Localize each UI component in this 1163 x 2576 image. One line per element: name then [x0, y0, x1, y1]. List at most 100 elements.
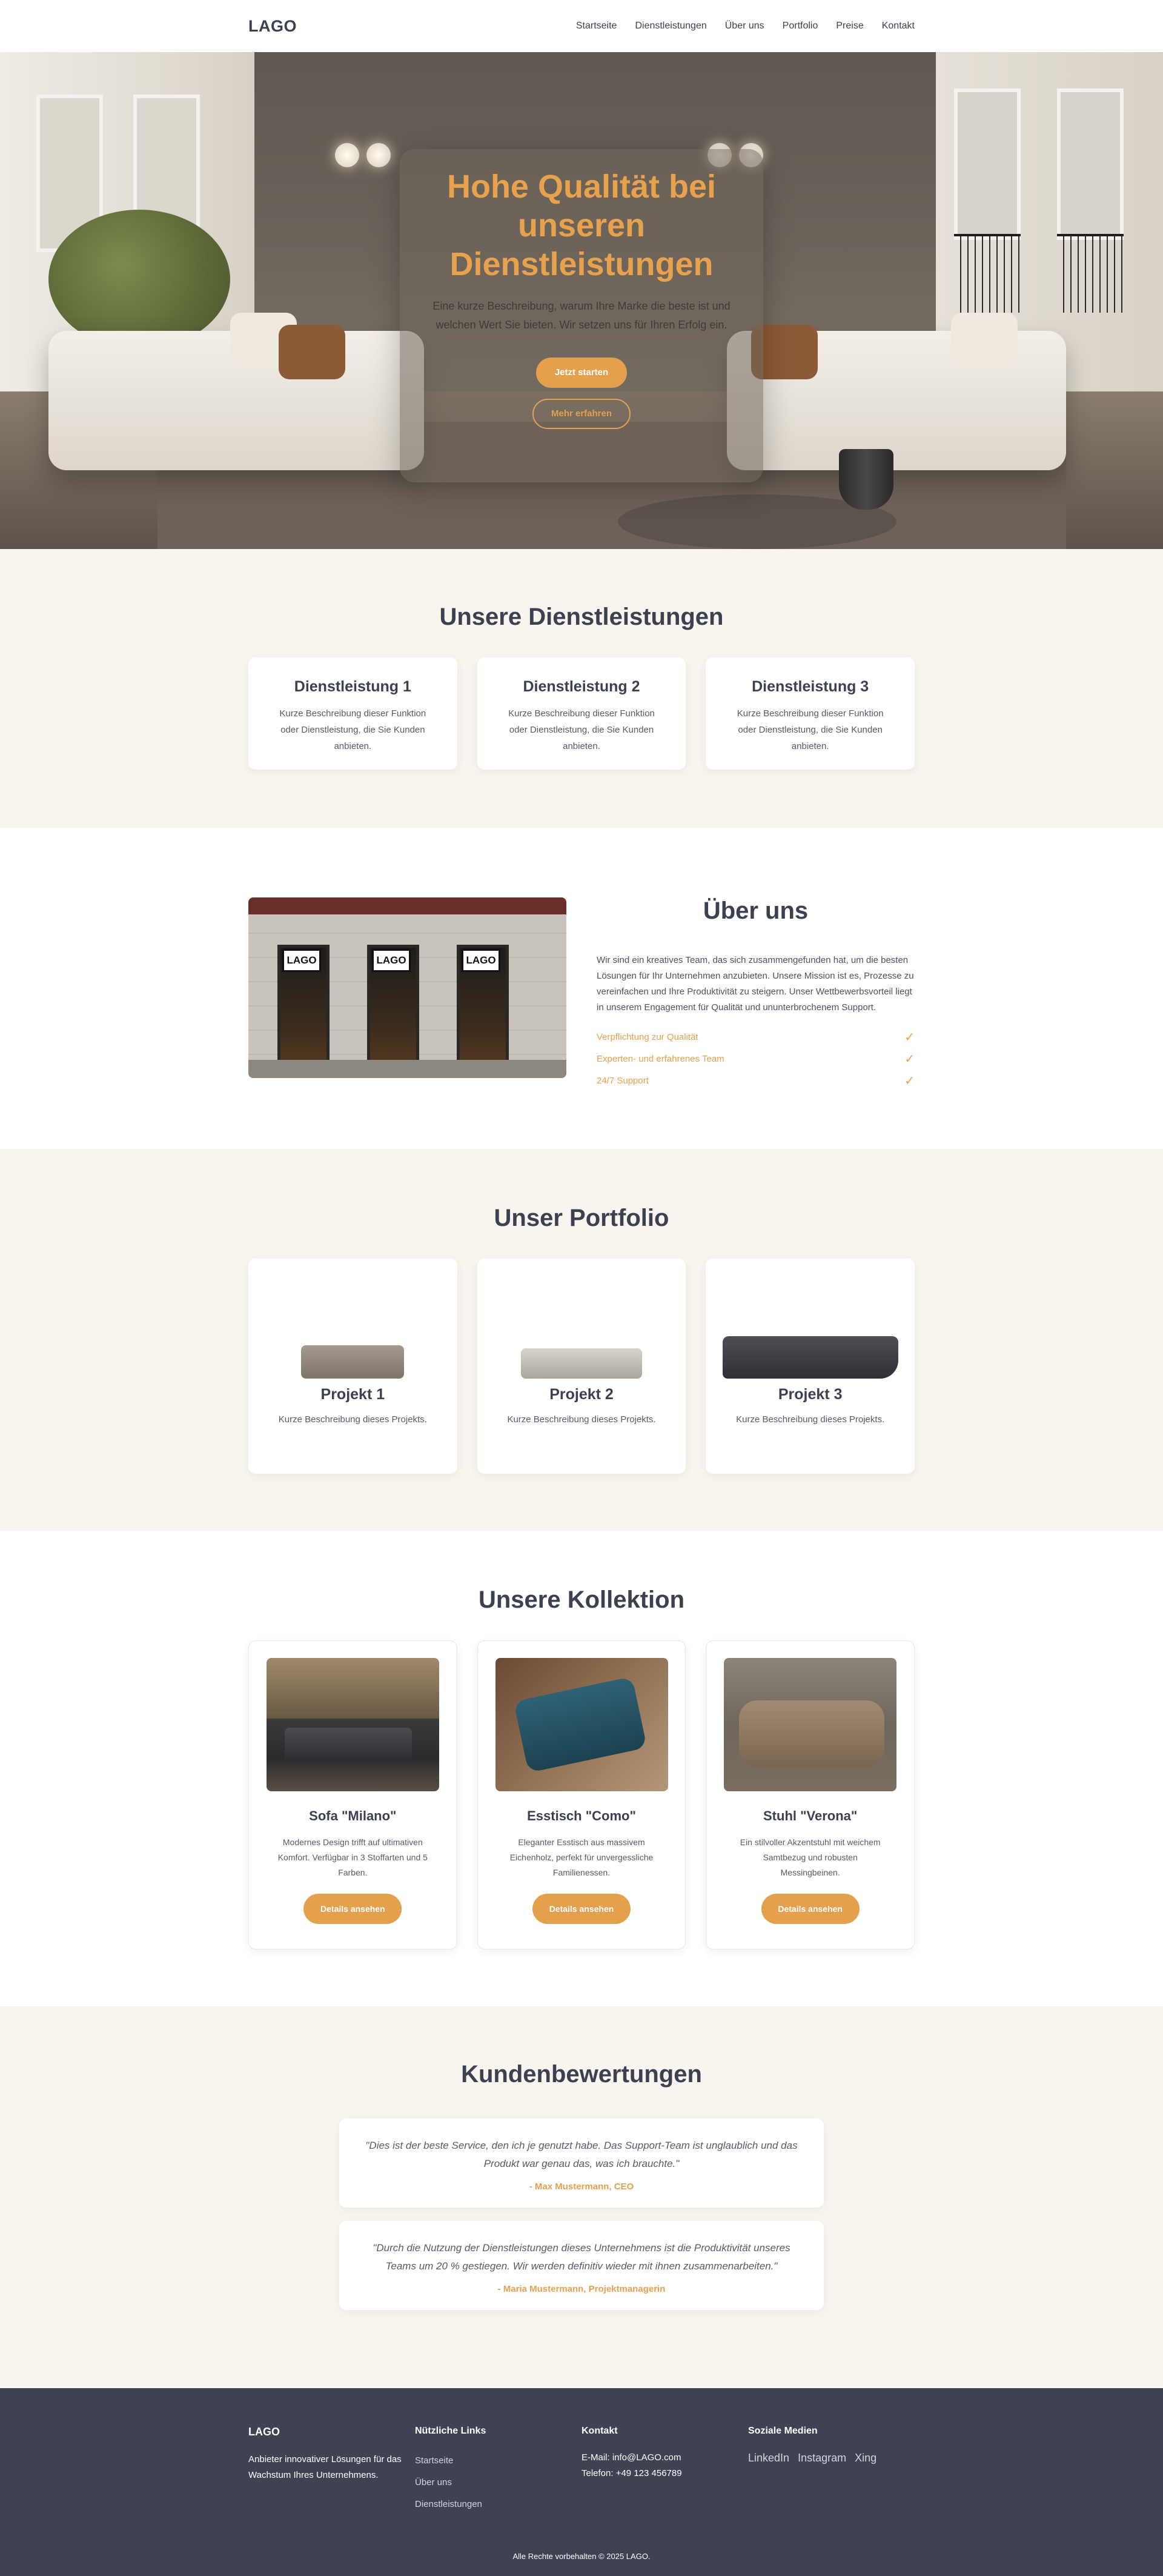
portfolio-card[interactable]: Projekt 3 Kurze Beschreibung dieses Proj… [706, 1259, 915, 1474]
hero-plant [48, 210, 230, 349]
nav-link-startseite[interactable]: Startseite [576, 21, 617, 32]
about-storefront-image: LAGO LAGO LAGO [248, 897, 566, 1078]
nav-link-kontakt[interactable]: Kontakt [882, 21, 915, 32]
footer-social-column: Soziale Medien LinkedIn Instagram Xing [748, 2426, 915, 2515]
about-text: Über uns Wir sind ein kreatives Team, da… [597, 897, 915, 1092]
collection-card: Stuhl "Verona" Ein stilvoller Akzentstuh… [706, 1640, 915, 1949]
main-nav: Startseite Dienstleistungen Über uns Por… [576, 21, 915, 32]
sofa-image [301, 1345, 405, 1379]
details-button[interactable]: Details ansehen [532, 1894, 631, 1924]
hero-title: Hohe Qualität bei unseren Dienstleistung… [446, 168, 717, 282]
nav-link-portfolio[interactable]: Portfolio [783, 21, 818, 32]
instagram-link[interactable]: Instagram [798, 2450, 846, 2466]
review-quote: "Durch die Nutzung der Dienstleistungen … [373, 2242, 790, 2272]
balcony-railing [954, 234, 1021, 313]
portfolio-card[interactable]: Projekt 1 Kurze Beschreibung dieses Proj… [248, 1259, 457, 1474]
hero-section: Hohe Qualität bei unseren Dienstleistung… [0, 52, 1163, 549]
reviews-section: Kundenbewertungen "Dies ist der beste Se… [0, 2006, 1163, 2388]
portfolio-image [248, 1259, 457, 1386]
product-description: Eleganter Esstisch aus massivem Eichenho… [509, 1837, 654, 1877]
site-header: LAGO Startseite Dienstleistungen Über un… [0, 0, 1163, 52]
feature-label: Verpflichtung zur Qualität [597, 1032, 698, 1042]
portfolio-title: Unser Portfolio [494, 1205, 669, 1231]
product-description: Ein stilvoller Akzentstuhl mit weichem S… [740, 1837, 881, 1877]
collection-section: Unsere Kollektion Sofa "Milano" Modernes… [0, 1531, 1163, 2006]
review-author: - Maria Mustermann, Projektmanagerin [497, 2284, 666, 2294]
portfolio-image [477, 1259, 686, 1386]
review-author: - Max Mustermann, CEO [529, 2182, 634, 2192]
footer-phone[interactable]: Telefon: +49 123 456789 [582, 2466, 748, 2481]
storefront-sign: LAGO [282, 949, 321, 972]
nav-link-preise[interactable]: Preise [836, 21, 863, 32]
footer-links-title: Nützliche Links [415, 2426, 486, 2436]
footer-link-startseite[interactable]: Startseite [415, 2450, 582, 2472]
portfolio-card-title: Projekt 1 [320, 1386, 385, 1403]
feature-label: Experten- und erfahrenes Team [597, 1054, 724, 1064]
review-card: "Durch die Nutzung der Dienstleistungen … [339, 2221, 824, 2310]
service-card-title: Dienstleistung 1 [294, 678, 411, 695]
checkmark-icon: ✓ [904, 1053, 915, 1066]
product-description: Modernes Design trifft auf ultimativen K… [277, 1837, 428, 1877]
sofa-image [521, 1348, 642, 1379]
service-card-title: Dienstleistung 2 [523, 678, 640, 695]
services-title: Unsere Dienstleistungen [439, 604, 724, 630]
nav-link-ueber-uns[interactable]: Über uns [725, 21, 764, 32]
portfolio-card[interactable]: Projekt 2 Kurze Beschreibung dieses Proj… [477, 1259, 686, 1474]
window-pane [954, 88, 1021, 240]
portfolio-card-text: Kurze Beschreibung dieses Projekts. [278, 1414, 427, 1425]
portfolio-image [706, 1259, 915, 1386]
wall-lamp-icon [366, 143, 391, 167]
footer-social-title: Soziale Medien [748, 2426, 818, 2436]
service-card: Dienstleistung 1 Kurze Beschreibung dies… [248, 657, 457, 770]
feature-item: Verpflichtung zur Qualität ✓ [597, 1027, 915, 1048]
storefront-ground [248, 1060, 566, 1078]
product-image [495, 1658, 668, 1791]
collection-title: Unsere Kollektion [478, 1586, 685, 1613]
hero-sofa-left [48, 313, 424, 470]
xing-link[interactable]: Xing [855, 2450, 876, 2466]
about-section: LAGO LAGO LAGO Über uns Wir sind ein kre… [0, 828, 1163, 1149]
services-grid: Dienstleistung 1 Kurze Beschreibung dies… [248, 657, 915, 770]
review-card: "Dies ist der beste Service, den ich je … [339, 2118, 824, 2208]
footer-logo: LAGO [248, 2426, 280, 2438]
cushion [951, 313, 1018, 367]
footer-email[interactable]: E-Mail: info@LAGO.com [582, 2450, 748, 2466]
balcony-railing [1057, 234, 1124, 313]
reviews-title: Kundenbewertungen [461, 2061, 702, 2088]
about-paragraph: Wir sind ein kreatives Team, das sich zu… [597, 955, 914, 1013]
linkedin-link[interactable]: LinkedIn [748, 2450, 789, 2466]
hero-description: Eine kurze Beschreibung, warum Ihre Mark… [432, 300, 731, 331]
details-button[interactable]: Details ansehen [303, 1894, 402, 1924]
service-card-title: Dienstleistung 3 [752, 678, 869, 695]
hero-card: Hohe Qualität bei unseren Dienstleistung… [400, 149, 763, 482]
product-title: Stuhl "Verona" [763, 1808, 858, 1823]
services-section: Unsere Dienstleistungen Dienstleistung 1… [0, 549, 1163, 828]
sofa-image [739, 1700, 885, 1767]
footer-tagline: Anbieter innovativer Lösungen für das Wa… [248, 2454, 402, 2480]
about-title: Über uns [703, 897, 809, 924]
portfolio-section: Unser Portfolio Projekt 1 Kurze Beschrei… [0, 1149, 1163, 1531]
portfolio-card-text: Kurze Beschreibung dieses Projekts. [736, 1414, 885, 1425]
learn-more-button[interactable]: Mehr erfahren [532, 399, 631, 429]
hero-vase [839, 449, 893, 510]
product-image [266, 1658, 439, 1791]
social-links: LinkedIn Instagram Xing [748, 2450, 915, 2466]
storefront-sign: LAGO [372, 949, 411, 972]
portfolio-grid: Projekt 1 Kurze Beschreibung dieses Proj… [248, 1259, 915, 1474]
sofa-image [513, 1676, 647, 1773]
product-title: Sofa "Milano" [309, 1808, 397, 1823]
feature-list: Verpflichtung zur Qualität ✓ Experten- u… [597, 1027, 915, 1092]
site-footer: LAGO Anbieter innovativer Lösungen für d… [0, 2388, 1163, 2576]
footer-link-ueber-uns[interactable]: Über uns [415, 2472, 582, 2494]
feature-item: Experten- und erfahrenes Team ✓ [597, 1048, 915, 1070]
logo[interactable]: LAGO [248, 17, 297, 36]
product-image [724, 1658, 897, 1791]
footer-columns: LAGO Anbieter innovativer Lösungen für d… [248, 2426, 915, 2515]
details-button[interactable]: Details ansehen [761, 1894, 860, 1924]
review-quote: "Dies ist der beste Service, den ich je … [365, 2140, 798, 2169]
service-card-text: Kurze Beschreibung dieser Funktion oder … [737, 708, 884, 751]
footer-link-dienstleistungen[interactable]: Dienstleistungen [415, 2494, 582, 2515]
nav-link-dienstleistungen[interactable]: Dienstleistungen [635, 21, 706, 32]
get-started-button[interactable]: Jetzt starten [536, 358, 627, 388]
service-card-text: Kurze Beschreibung dieser Funktion oder … [508, 708, 655, 751]
